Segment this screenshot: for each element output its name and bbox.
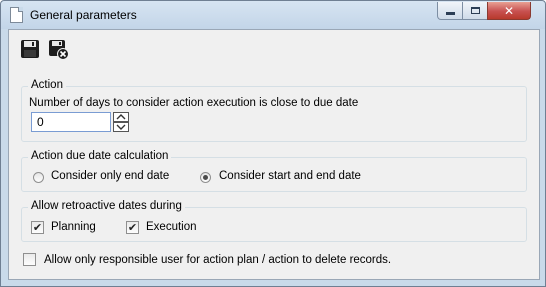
days-input[interactable]: 0 [31, 112, 111, 132]
radio-start-and-end-date-label[interactable]: Consider start and end date [219, 170, 361, 182]
action-group: Action Number of days to consider action… [21, 79, 527, 142]
floppy-disk-close-icon [49, 40, 69, 60]
maximize-icon [470, 7, 480, 14]
radio-start-and-end-date[interactable] [200, 172, 211, 183]
save-and-close-button[interactable] [47, 38, 69, 60]
minimize-button[interactable] [437, 2, 463, 20]
title-bar[interactable]: General parameters ✕ [1, 1, 545, 29]
save-button[interactable] [19, 38, 41, 60]
days-label: Number of days to consider action execut… [29, 97, 359, 109]
close-icon: ✕ [503, 3, 515, 18]
dialog-body: Action Number of days to consider action… [8, 29, 540, 280]
retroactive-group: Allow retroactive dates during ✔ Plannin… [21, 200, 527, 242]
delete-records-checkbox[interactable] [23, 253, 36, 266]
close-button[interactable]: ✕ [487, 2, 531, 20]
window-title: General parameters [30, 8, 137, 22]
window-controls: ✕ [437, 2, 531, 21]
due-date-group-legend: Action due date calculation [28, 150, 172, 162]
maximize-button[interactable] [462, 2, 488, 20]
execution-checkbox-label[interactable]: Execution [146, 221, 197, 233]
minimize-icon [445, 12, 455, 15]
action-group-legend: Action [28, 79, 66, 91]
radio-only-end-date-label[interactable]: Consider only end date [51, 170, 169, 182]
delete-records-label[interactable]: Allow only responsible user for action p… [44, 254, 391, 266]
due-date-group: Action due date calculation Consider onl… [21, 150, 527, 192]
planning-checkbox[interactable]: ✔ [31, 221, 44, 234]
spinner-arrows-icon [113, 112, 129, 132]
document-icon [10, 7, 23, 23]
dialog-window: General parameters ✕ Action Number of da… [0, 0, 546, 287]
days-spinner[interactable] [113, 112, 129, 132]
execution-checkbox[interactable]: ✔ [126, 221, 139, 234]
floppy-disk-icon [21, 40, 39, 58]
planning-checkbox-label[interactable]: Planning [51, 221, 96, 233]
retroactive-group-legend: Allow retroactive dates during [28, 200, 185, 212]
radio-only-end-date[interactable] [33, 172, 44, 183]
